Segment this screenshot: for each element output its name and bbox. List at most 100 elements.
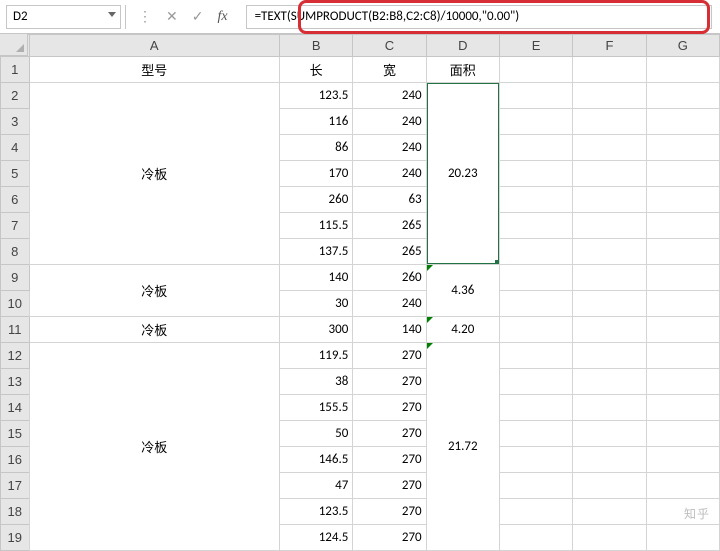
cell-F[interactable]: [573, 395, 646, 421]
chevron-down-icon[interactable]: [108, 12, 116, 17]
cell-B[interactable]: 155.5: [280, 395, 353, 421]
cell-E[interactable]: [499, 213, 572, 239]
cell-E[interactable]: [499, 317, 572, 343]
cell-F[interactable]: [573, 421, 646, 447]
cell-C[interactable]: 240: [353, 135, 426, 161]
cell-G[interactable]: [646, 83, 719, 109]
cell-G[interactable]: [646, 447, 719, 473]
cell-F[interactable]: [573, 369, 646, 395]
cell-E[interactable]: [499, 187, 572, 213]
cell-B[interactable]: 115.5: [280, 213, 353, 239]
cell-E[interactable]: [499, 421, 572, 447]
cell-G[interactable]: [646, 187, 719, 213]
cell-G[interactable]: [646, 161, 719, 187]
cell-E[interactable]: [499, 265, 572, 291]
cell-C[interactable]: 270: [353, 421, 426, 447]
cell-C[interactable]: 240: [353, 291, 426, 317]
cell-G[interactable]: [646, 265, 719, 291]
cell-G[interactable]: [646, 57, 719, 83]
column-header-B[interactable]: B: [280, 35, 353, 57]
cell-E[interactable]: [499, 395, 572, 421]
cell-G[interactable]: [646, 343, 719, 369]
cell-G[interactable]: [646, 135, 719, 161]
cell-C[interactable]: 140: [353, 317, 426, 343]
cell-G[interactable]: [646, 473, 719, 499]
cell-G[interactable]: [646, 421, 719, 447]
cell-G[interactable]: [646, 291, 719, 317]
cell-B[interactable]: 260: [280, 187, 353, 213]
cell-C[interactable]: 265: [353, 213, 426, 239]
cell-C[interactable]: 240: [353, 109, 426, 135]
row-header[interactable]: 18: [1, 499, 30, 525]
cell-F[interactable]: [573, 109, 646, 135]
fx-icon[interactable]: fx: [217, 10, 227, 24]
cell-E[interactable]: [499, 525, 572, 551]
cell-C[interactable]: 270: [353, 343, 426, 369]
dots-icon[interactable]: ⋮: [138, 10, 152, 24]
cell-F[interactable]: [573, 499, 646, 525]
column-header-D[interactable]: D: [426, 35, 499, 57]
cell-G[interactable]: [646, 395, 719, 421]
cell-A-merged[interactable]: 冷板: [29, 343, 280, 551]
cell-E[interactable]: [499, 343, 572, 369]
cell-C[interactable]: 270: [353, 447, 426, 473]
cell-E[interactable]: [499, 369, 572, 395]
cell-A-merged[interactable]: 冷板: [29, 265, 280, 317]
row-header[interactable]: 19: [1, 525, 30, 551]
cell-B[interactable]: 116: [280, 109, 353, 135]
cell-G[interactable]: [646, 317, 719, 343]
row-header[interactable]: 2: [1, 83, 30, 109]
row-header[interactable]: 15: [1, 421, 30, 447]
row-header[interactable]: 1: [1, 57, 30, 83]
cell-A-merged[interactable]: 冷板: [29, 83, 280, 265]
row-header[interactable]: 5: [1, 161, 30, 187]
column-header-C[interactable]: C: [353, 35, 426, 57]
cell-C[interactable]: 270: [353, 395, 426, 421]
enter-icon[interactable]: ✓: [192, 10, 204, 24]
name-box[interactable]: D2: [6, 5, 121, 29]
cell-G[interactable]: [646, 239, 719, 265]
cell-B[interactable]: 119.5: [280, 343, 353, 369]
row-header[interactable]: 16: [1, 447, 30, 473]
cell-E[interactable]: [499, 447, 572, 473]
cell-D-area[interactable]: 21.72: [426, 343, 499, 551]
cell-E[interactable]: [499, 239, 572, 265]
cell-F[interactable]: [573, 187, 646, 213]
row-header[interactable]: 3: [1, 109, 30, 135]
cell-E[interactable]: [499, 109, 572, 135]
cell-F[interactable]: [573, 317, 646, 343]
cell-E[interactable]: [499, 135, 572, 161]
cell-E[interactable]: [499, 57, 572, 83]
column-header-F[interactable]: F: [573, 35, 646, 57]
formula-input[interactable]: =TEXT(SUMPRODUCT(B2:B8,C2:C8)/10000,"0.0…: [246, 5, 712, 29]
cell-C[interactable]: 63: [353, 187, 426, 213]
cell-C[interactable]: 240: [353, 83, 426, 109]
cell-F[interactable]: [573, 343, 646, 369]
cell-header-B[interactable]: 长: [280, 57, 353, 83]
cell-E[interactable]: [499, 83, 572, 109]
cell-F[interactable]: [573, 473, 646, 499]
row-header[interactable]: 12: [1, 343, 30, 369]
row-header[interactable]: 8: [1, 239, 30, 265]
cell-B[interactable]: 123.5: [280, 499, 353, 525]
cell-C[interactable]: 240: [353, 161, 426, 187]
row-header[interactable]: 11: [1, 317, 30, 343]
cell-B[interactable]: 170: [280, 161, 353, 187]
cell-F[interactable]: [573, 525, 646, 551]
cell-C[interactable]: 265: [353, 239, 426, 265]
row-header[interactable]: 10: [1, 291, 30, 317]
cell-B[interactable]: 300: [280, 317, 353, 343]
cell-F[interactable]: [573, 291, 646, 317]
cell-E[interactable]: [499, 291, 572, 317]
cell-C[interactable]: 270: [353, 473, 426, 499]
column-header-A[interactable]: A: [29, 35, 280, 57]
cell-F[interactable]: [573, 213, 646, 239]
cell-F[interactable]: [573, 265, 646, 291]
select-all-corner[interactable]: [0, 34, 28, 56]
cell-C[interactable]: 270: [353, 525, 426, 551]
cell-B[interactable]: 38: [280, 369, 353, 395]
row-header[interactable]: 17: [1, 473, 30, 499]
row-header[interactable]: 6: [1, 187, 30, 213]
cell-F[interactable]: [573, 57, 646, 83]
row-header[interactable]: 13: [1, 369, 30, 395]
